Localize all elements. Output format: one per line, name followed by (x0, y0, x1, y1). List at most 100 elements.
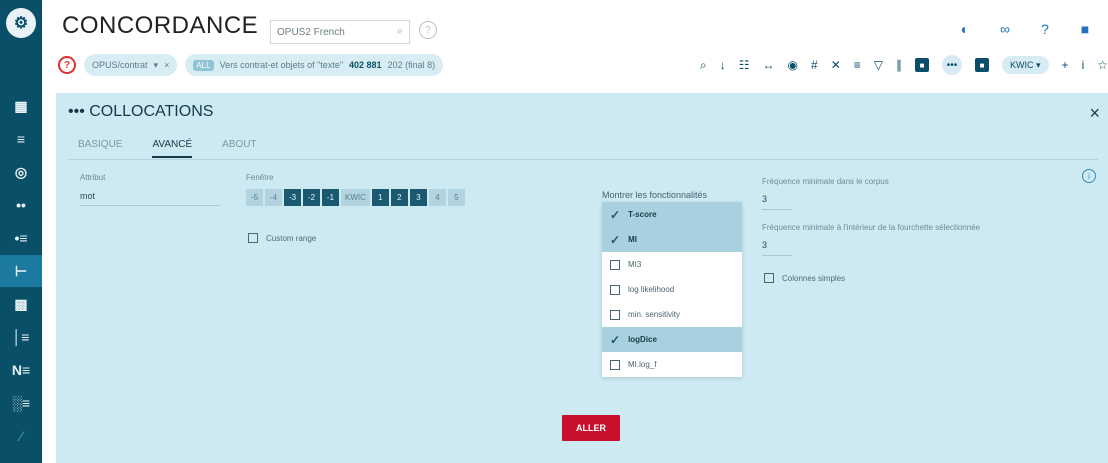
nodes-icon[interactable]: •• (0, 189, 42, 221)
window-position[interactable]: KWIC (341, 189, 370, 206)
custom-range-label: Custom range (266, 233, 317, 243)
frequency-icon[interactable]: │≡ (0, 321, 42, 353)
window-position[interactable]: 3 (409, 189, 427, 206)
app-logo-icon[interactable]: ⚙ (6, 8, 36, 38)
eye-icon[interactable]: ◉ (788, 58, 798, 73)
text-type-icon[interactable]: ░≡ (0, 387, 42, 419)
custom-range-row[interactable]: Custom range (248, 233, 316, 243)
window-position[interactable]: -3 (284, 189, 301, 206)
query-info-icon[interactable]: ? (58, 56, 76, 74)
query-chip[interactable]: ALL Vers contrat-et objets of "texte" 40… (185, 54, 444, 76)
attribute-value[interactable]: mot (80, 191, 95, 201)
swap-icon[interactable]: ↔ (763, 58, 775, 73)
star-icon[interactable]: ☆ (1097, 58, 1108, 72)
download-icon[interactable]: ↓ (720, 58, 726, 73)
grid-icon[interactable]: ▩ (0, 288, 42, 320)
collocations-panel: ••• COLLOCATIONS × BASIQUE AVANCÉ ABOUT i … (56, 93, 1108, 463)
case-row[interactable]: Colonnes simples (764, 273, 845, 283)
freq-corpus-value[interactable]: 3 (762, 194, 767, 204)
panel-title: ••• COLLOCATIONS (68, 103, 214, 120)
view-icon[interactable]: ☷ (739, 58, 750, 73)
window-position[interactable]: -4 (265, 189, 282, 206)
close-icon[interactable]: × (164, 60, 169, 70)
corpus-chip-label: OPUS/contrat (92, 60, 148, 70)
query-count: 402 881 (349, 60, 382, 70)
query-row: ? OPUS/contrat ▾ × ALL Vers contrat-et o… (58, 53, 444, 77)
freq-corpus-underline (762, 209, 792, 210)
check-icon: ✓ (610, 232, 621, 247)
window-position[interactable]: 4 (428, 189, 446, 206)
collocations-icon[interactable]: ⊢ (0, 255, 42, 287)
window-position[interactable]: -1 (322, 189, 339, 206)
measure-option[interactable]: MI.log_f (602, 352, 742, 377)
dashboard-icon[interactable]: ▦ (0, 90, 42, 122)
plus-icon[interactable]: + (1062, 58, 1069, 72)
case-label: Colonnes simples (782, 273, 846, 283)
query-tag: ALL (193, 59, 214, 71)
case-checkbox[interactable] (764, 273, 774, 283)
search-icon: ⌕ (396, 25, 403, 37)
chevron-down-icon[interactable]: ▾ (154, 60, 159, 71)
tab-0[interactable]: BASIQUE (78, 139, 122, 158)
theme-icon[interactable]: ◐ (956, 20, 974, 38)
go-button[interactable]: ALLER (562, 415, 620, 441)
window-label: Fenêtre (246, 173, 274, 182)
shuffle-icon[interactable]: ✕ (831, 58, 841, 73)
feedback-icon[interactable]: ■ (1076, 20, 1094, 38)
freq-corpus-label: Fréquence minimale dans le corpus (762, 177, 889, 186)
measure-option[interactable]: ✓ MI (602, 227, 742, 252)
tab-1[interactable]: AVANCÉ (152, 139, 193, 158)
help-icon[interactable]: ? (1036, 20, 1054, 38)
measure-label: logDice (628, 335, 657, 344)
search-icon[interactable]: ⌕ (700, 58, 707, 73)
header-actions: ◐ ∞? ■ (956, 20, 1094, 38)
graph-icon[interactable]: ∕ (0, 420, 42, 452)
filter-icon[interactable]: ▽ (874, 58, 883, 73)
measure-option[interactable]: ✓ T-score (602, 202, 742, 227)
measure-label: MI.log_f (628, 360, 657, 369)
window-position[interactable]: 5 (447, 189, 465, 206)
ngram-icon[interactable]: N≡ (0, 354, 42, 386)
attribute-underline (80, 205, 220, 206)
concordance-mode-icon[interactable]: ■ (915, 58, 930, 72)
info-icon[interactable]: i (1082, 169, 1096, 183)
measure-checkbox (610, 284, 620, 295)
measure-checkbox (610, 259, 620, 270)
layout-icon[interactable]: ■ (975, 58, 990, 72)
sidebar: ⚙ ▦ ≡ ◎ •• •≡ ⊢ ▩ │≡ N≡ ░≡ ∕ (0, 0, 42, 463)
measure-option[interactable]: min. sensitivity (602, 302, 742, 327)
kwic-dropdown[interactable]: KWIC ▾ (1002, 56, 1049, 74)
check-icon: ✓ (610, 207, 621, 222)
measure-option[interactable]: ✓ logDice (602, 327, 742, 352)
header: CONCORDANCE OPUS2 French ⌕ ? ◐ ∞? ■ ? OPUS… (42, 0, 1108, 90)
corpus-select[interactable]: OPUS2 French ⌕ (270, 20, 410, 44)
check-icon: ✓ (610, 332, 621, 347)
custom-range-checkbox[interactable] (248, 233, 258, 243)
close-icon[interactable]: × (1089, 103, 1100, 124)
more-icon[interactable]: ••• (942, 55, 963, 75)
info-icon[interactable]: i (1082, 58, 1085, 72)
target-icon[interactable]: ◎ (0, 156, 42, 188)
measure-option[interactable]: MI3 (602, 252, 742, 277)
window-range: -5 -4 -3 -2 -1 KWIC 1 2 3 4 5 (246, 189, 465, 206)
hash-icon[interactable]: # (811, 58, 818, 73)
window-position[interactable]: -2 (303, 189, 320, 206)
query-text: Vers contrat-et objets of "texte" (219, 60, 344, 70)
list-icon[interactable]: ≡ (0, 123, 42, 155)
toolbar: ⌕ ↓ ☷ ↔ ◉ # ✕ ≡ ▽ ∥ ■ ••• ■ KWIC ▾ + i ☆ (700, 53, 1108, 77)
window-position[interactable]: 2 (390, 189, 408, 206)
window-position[interactable]: -5 (246, 189, 263, 206)
freq-range-value[interactable]: 3 (762, 240, 767, 250)
sort-icon[interactable]: •≡ (0, 222, 42, 254)
measure-label: MI (628, 235, 637, 244)
link-icon[interactable]: ∞ (996, 20, 1014, 38)
measure-option[interactable]: log likelihood (602, 277, 742, 302)
tab-2[interactable]: ABOUT (222, 139, 256, 158)
measures-list: ✓ T-score ✓ MI MI3 log likelihood min. sensiti… (602, 202, 742, 377)
window-position[interactable]: 1 (371, 189, 389, 206)
help-icon[interactable]: ? (419, 21, 437, 39)
sort-icon[interactable]: ≡ (854, 58, 861, 73)
corpus-chip[interactable]: OPUS/contrat ▾ × (84, 54, 178, 76)
columns-icon[interactable]: ∥ (896, 58, 902, 73)
measure-label: min. sensitivity (628, 310, 681, 319)
